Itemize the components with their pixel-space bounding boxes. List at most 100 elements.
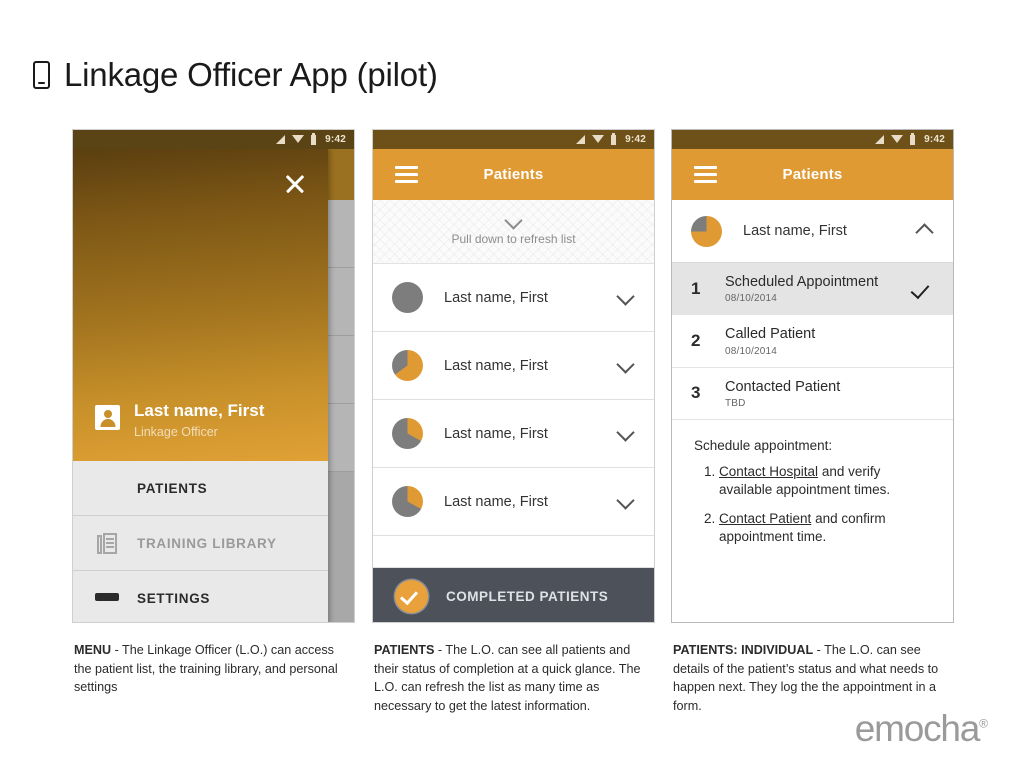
patient-name: Last name, First: [444, 425, 548, 442]
progress-pie-icon: [691, 215, 722, 247]
gear-icon: [97, 587, 117, 609]
step-title: Scheduled Appointment: [725, 274, 879, 290]
chevron-up-icon[interactable]: [915, 223, 934, 242]
status-bar-time: 9:42: [325, 134, 346, 145]
step-date: 08/10/2014: [725, 293, 778, 305]
progress-pie-icon: [392, 350, 423, 381]
completed-patients-label: COMPLETED PATIENTS: [446, 588, 609, 604]
close-icon[interactable]: [284, 173, 306, 195]
library-books-icon: [97, 532, 117, 554]
progress-pie-icon: [392, 486, 423, 517]
list-item[interactable]: Last name, First: [373, 264, 654, 332]
pull-to-refresh-zone[interactable]: Pull down to refresh list: [373, 200, 654, 264]
patient-name: Last name, First: [743, 223, 847, 239]
wifi-icon: [891, 135, 904, 143]
drawer-menu: PATIENTS TRAINING LIBRARY SETTINGS: [73, 461, 328, 622]
phone-mockup-patients: 9:42 Patients Pull down to refresh list …: [372, 129, 655, 623]
navigation-drawer: Last name, First Linkage Officer PATIENT…: [73, 149, 328, 622]
document-icon[interactable]: [911, 383, 931, 404]
drawer-user-name: Last name, First: [134, 401, 265, 421]
status-bar-time: 9:42: [924, 134, 945, 145]
drawer-user-role: Linkage Officer: [134, 425, 218, 439]
person-avatar-icon: [95, 405, 120, 431]
sidebar-item-training-library[interactable]: TRAINING LIBRARY: [73, 516, 328, 571]
hamburger-menu-icon[interactable]: [395, 166, 418, 183]
checkmark-icon: [911, 279, 931, 299]
registered-mark: ®: [979, 716, 988, 731]
list-item: Contact Hospital and verify available ap…: [719, 463, 933, 499]
step-row-2[interactable]: 2 Called Patient 08/10/2014: [672, 315, 953, 368]
completed-patients-button[interactable]: COMPLETED PATIENTS: [373, 568, 654, 622]
progress-pie-icon: [392, 418, 423, 449]
sidebar-item-patients[interactable]: PATIENTS: [73, 461, 328, 516]
wifi-icon: [292, 135, 305, 143]
emocha-logo: emocha®: [855, 708, 988, 750]
sidebar-item-label: PATIENTS: [137, 480, 208, 496]
battery-icon: [910, 132, 916, 145]
hamburger-menu-icon[interactable]: [694, 166, 717, 183]
list-item[interactable]: Last name, First: [373, 400, 654, 468]
chevron-down-icon[interactable]: [616, 354, 635, 374]
list-item[interactable]: Last name, First: [373, 332, 654, 400]
step-number: 2: [691, 331, 701, 351]
step-number: 1: [691, 278, 701, 298]
patient-list-tail: [373, 536, 654, 568]
battery-icon: [311, 132, 317, 145]
signal-icon: [276, 135, 286, 144]
caption-patient-detail: PATIENTS: INDIVIDUAL - The L.O. can see …: [673, 641, 953, 715]
sidebar-item-settings[interactable]: SETTINGS: [73, 571, 328, 622]
step-row-1[interactable]: 1 Scheduled Appointment 08/10/2014: [672, 263, 953, 316]
caption-patients: PATIENTS - The L.O. can see all patients…: [374, 641, 646, 715]
drawer-header: Last name, First Linkage Officer: [73, 149, 328, 461]
mobile-phone-icon: [33, 60, 50, 89]
step-number: 3: [691, 383, 701, 403]
patient-name: Last name, First: [444, 357, 548, 374]
wifi-icon: [592, 135, 605, 143]
step-date: TBD: [725, 398, 746, 410]
status-bar: 9:42: [672, 130, 953, 149]
chevron-down-icon[interactable]: [616, 490, 635, 510]
appointment-instructions: Schedule appointment: Contact Hospital a…: [672, 420, 953, 546]
chevron-down-icon[interactable]: [616, 286, 635, 306]
step-row-3[interactable]: 3 Contacted Patient TBD: [672, 367, 953, 421]
progress-pie-icon: [392, 282, 423, 313]
document-icon: [97, 477, 117, 499]
emocha-logo-text: emocha: [854, 708, 981, 749]
patient-name: Last name, First: [444, 493, 548, 510]
caption-lead: MENU: [74, 643, 112, 657]
instructions-title: Schedule appointment:: [694, 438, 833, 454]
list-item[interactable]: Last name, First: [373, 468, 654, 536]
step-title: Contacted Patient: [725, 378, 841, 395]
app-bar: Patients: [373, 149, 654, 200]
patient-list: Last name, First Last name, First Last n…: [373, 264, 654, 568]
page-title-text: Linkage Officer App (pilot): [64, 56, 438, 93]
caption-lead: PATIENTS: INDIVIDUAL: [673, 643, 814, 657]
list-item: Contact Patient and confirm appointment …: [719, 510, 933, 546]
patient-name: Last name, First: [444, 289, 548, 306]
phone-mockup-menu: 9:42 Last name, First Linkage Officer PA…: [72, 129, 355, 623]
sidebar-item-label: TRAINING LIBRARY: [137, 535, 277, 551]
drawer-user: Last name, First Linkage Officer: [73, 401, 328, 439]
page-title: Linkage Officer App (pilot): [33, 58, 438, 91]
phone-mockup-patient-detail: 9:42 Patients Last name, First 1 Schedul…: [671, 129, 954, 623]
caption-lead: PATIENTS: [374, 643, 435, 657]
status-bar: 9:42: [73, 130, 354, 149]
app-bar: Patients: [672, 149, 953, 200]
battery-icon: [611, 132, 617, 145]
patient-header-row[interactable]: Last name, First: [672, 200, 953, 263]
status-bar: 9:42: [373, 130, 654, 149]
step-date: 08/10/2014: [725, 345, 778, 357]
pull-to-refresh-label: Pull down to refresh list: [451, 232, 576, 246]
chevron-down-icon: [504, 211, 523, 230]
contact-patient-link[interactable]: Contact Patient: [719, 511, 811, 526]
caption-text: - The Linkage Officer (L.O.) can access …: [74, 643, 338, 694]
signal-icon: [576, 135, 586, 144]
signal-icon: [875, 135, 885, 144]
status-bar-time: 9:42: [625, 134, 646, 145]
step-title: Called Patient: [725, 326, 816, 343]
caption-menu: MENU - The Linkage Officer (L.O.) can ac…: [74, 641, 346, 697]
drawer-stage: Last name, First Linkage Officer PATIENT…: [73, 149, 354, 622]
contact-hospital-link[interactable]: Contact Hospital: [719, 464, 818, 479]
chevron-down-icon[interactable]: [616, 422, 635, 442]
check-circle-icon: [395, 579, 428, 613]
